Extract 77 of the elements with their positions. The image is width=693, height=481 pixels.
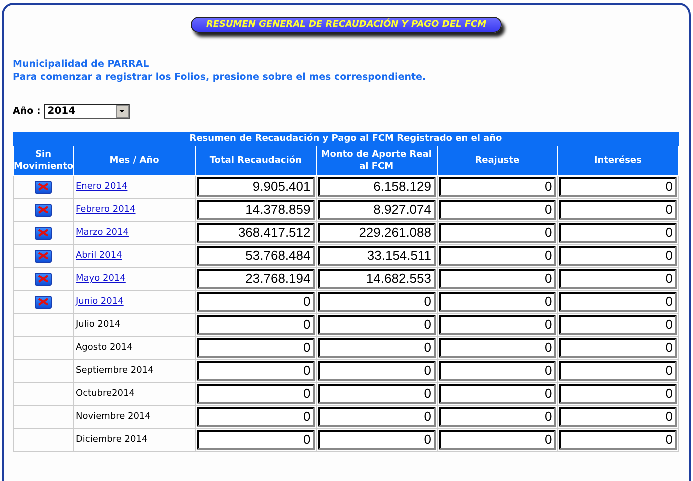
- amount-field[interactable]: 53.768.484: [197, 246, 315, 266]
- no-movement-button[interactable]: [35, 204, 52, 216]
- table-title: Resumen de Recaudación y Pago al FCM Registrado en el año: [14, 132, 678, 146]
- amount-field[interactable]: 0: [559, 315, 677, 335]
- amount-field[interactable]: 0: [438, 292, 556, 312]
- amount-field[interactable]: 0: [438, 177, 556, 197]
- amount-field[interactable]: 0: [318, 292, 436, 312]
- amount-field[interactable]: 0: [559, 246, 677, 266]
- amount-field[interactable]: 0: [438, 384, 556, 404]
- month-label: Noviembre 2014: [75, 412, 151, 422]
- amount-field[interactable]: 0: [197, 338, 315, 358]
- month-label: Diciembre 2014: [75, 435, 148, 445]
- no-movement-button[interactable]: [35, 272, 52, 286]
- amount-field[interactable]: 0: [438, 338, 556, 358]
- amount-field[interactable]: 0: [559, 177, 677, 197]
- amount-field[interactable]: 0: [197, 407, 315, 427]
- amount-field[interactable]: 0: [438, 200, 556, 220]
- municipality-name: Municipalidad de PARRAL: [13, 59, 150, 70]
- instruction-text: Para comenzar a registrar los Folios, presione sobre el mes correspondiente.: [13, 72, 428, 83]
- amount-field[interactable]: 0: [559, 223, 677, 243]
- amount-field[interactable]: 0: [438, 246, 556, 266]
- month-link[interactable]: Enero 2014: [75, 182, 128, 192]
- column-header: Total Recaudación: [196, 146, 316, 176]
- amount-field[interactable]: 0: [559, 338, 677, 358]
- no-movement-button[interactable]: [35, 296, 52, 308]
- amount-field[interactable]: 0: [559, 200, 677, 220]
- amount-field[interactable]: 0: [197, 361, 315, 381]
- amount-field[interactable]: 0: [438, 430, 556, 450]
- month-label: Agosto 2014: [75, 343, 133, 353]
- month-label: Septiembre 2014: [75, 366, 154, 376]
- amount-field[interactable]: 0: [438, 315, 556, 335]
- amount-field[interactable]: 0: [559, 407, 677, 427]
- amount-field[interactable]: 0: [197, 292, 315, 312]
- column-header: Monto de Aporte Real al FCM: [316, 146, 437, 176]
- amount-field[interactable]: 0: [318, 338, 436, 358]
- amount-field[interactable]: 23.768.194: [197, 269, 315, 289]
- no-movement-button[interactable]: [35, 250, 52, 262]
- month-link[interactable]: Junio 2014: [75, 297, 124, 307]
- amount-field[interactable]: 0: [318, 430, 436, 450]
- month-link[interactable]: Marzo 2014: [75, 228, 129, 238]
- amount-field[interactable]: 0: [318, 407, 436, 427]
- amount-field[interactable]: 0: [197, 430, 315, 450]
- year-select[interactable]: 2014: [44, 104, 130, 119]
- column-header: Sin Movimiento: [14, 146, 74, 176]
- amount-field[interactable]: 9.905.401: [197, 177, 315, 197]
- year-label: Año :: [13, 106, 41, 117]
- amount-field[interactable]: 6.158.129: [318, 177, 436, 197]
- amount-field[interactable]: 0: [197, 384, 315, 404]
- column-header: Mes / Año: [74, 146, 196, 176]
- amount-field[interactable]: 0: [438, 361, 556, 381]
- amount-field[interactable]: 0: [197, 315, 315, 335]
- column-header: Reajuste: [437, 146, 558, 176]
- amount-field[interactable]: 0: [318, 315, 436, 335]
- amount-field[interactable]: 0: [559, 292, 677, 312]
- amount-field[interactable]: 14.682.553: [318, 269, 436, 289]
- amount-field[interactable]: 0: [438, 223, 556, 243]
- month-label: Octubre2014: [75, 389, 135, 399]
- amount-field[interactable]: 0: [559, 384, 677, 404]
- no-movement-button[interactable]: [35, 226, 52, 240]
- amount-field[interactable]: 368.417.512: [197, 223, 315, 243]
- amount-field[interactable]: 0: [559, 361, 677, 381]
- amount-field[interactable]: 8.927.074: [318, 200, 436, 220]
- amount-field[interactable]: 33.154.511: [318, 246, 436, 266]
- amount-field[interactable]: 0: [559, 269, 677, 289]
- month-link[interactable]: Mayo 2014: [75, 274, 126, 284]
- column-header: Interéses: [558, 146, 678, 176]
- amount-field[interactable]: 0: [438, 407, 556, 427]
- amount-field[interactable]: 0: [318, 384, 436, 404]
- no-movement-button[interactable]: [35, 180, 52, 194]
- page-title-banner: RESUMEN GENERAL DE RECAUDACIÓN Y PAGO DEL FCM: [191, 17, 502, 33]
- amount-field[interactable]: 14.378.859: [197, 200, 315, 220]
- month-link[interactable]: Abril 2014: [75, 251, 122, 261]
- amount-field[interactable]: 0: [438, 269, 556, 289]
- amount-field[interactable]: 0: [559, 430, 677, 450]
- month-label: Julio 2014: [75, 320, 121, 330]
- amount-field[interactable]: 0: [318, 361, 436, 381]
- amount-field[interactable]: 229.261.088: [318, 223, 436, 243]
